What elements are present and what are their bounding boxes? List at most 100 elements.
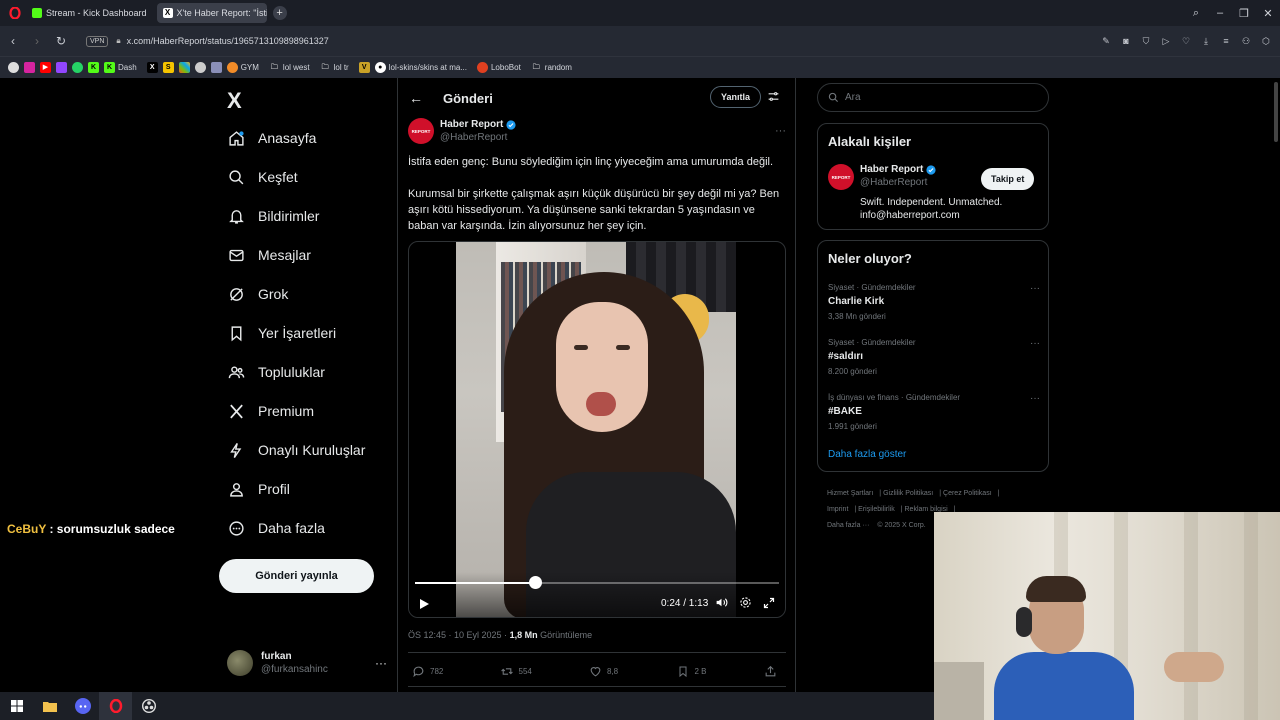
footer-link[interactable]: Imprint — [827, 506, 848, 513]
search-input[interactable] — [845, 92, 1025, 103]
camera-icon[interactable]: ◙ — [1116, 36, 1136, 46]
x-logo-icon[interactable]: X — [227, 88, 242, 114]
profile-icon[interactable]: ⚇ — [1236, 36, 1256, 47]
new-tab-button[interactable]: + — [272, 6, 287, 20]
video-progress-bar[interactable] — [415, 576, 779, 589]
discord-icon[interactable] — [66, 692, 99, 720]
x-icon[interactable]: X — [146, 62, 158, 73]
tab-x-post[interactable]: X X'te Haber Report: "İstifa × — [156, 3, 267, 23]
fullscreen-icon[interactable] — [763, 596, 775, 614]
sidebar-item-communities[interactable]: Topluluklar — [227, 360, 325, 384]
more-icon[interactable]: ··· — [1030, 338, 1040, 349]
play-icon[interactable] — [418, 597, 430, 615]
opera-logo-icon[interactable] — [4, 2, 26, 24]
footer-link[interactable]: Çerez Politikası — [943, 490, 992, 497]
bookmark-lobobot[interactable]: LoboBot — [476, 62, 521, 73]
bookmark-label: GYM — [240, 63, 259, 72]
s-icon[interactable]: S — [162, 62, 174, 73]
trend-item[interactable]: Siyaset · Gündemdekiler #saldırı 8.200 g… — [828, 338, 1040, 376]
tab-kick-dashboard[interactable]: Stream - Kick Dashboard — [26, 3, 153, 23]
account-switcher[interactable]: furkan @furkansahinc ··· — [227, 648, 387, 678]
footer-link[interactable]: Daha fazla ··· — [827, 522, 869, 529]
edit-icon[interactable]: ✎ — [1096, 36, 1116, 47]
heart-icon[interactable]: ♡ — [1176, 36, 1196, 47]
share-action[interactable] — [764, 665, 782, 678]
sidebar-item-home[interactable]: Anasayfa — [227, 126, 316, 150]
whatsapp-icon[interactable] — [72, 62, 83, 73]
opera-taskbar-icon[interactable] — [99, 692, 132, 720]
card-icon[interactable] — [210, 62, 222, 73]
bookmark-lol-west[interactable]: 🗀︎ lol west — [269, 62, 310, 73]
menu-icon[interactable]: ≡ — [1216, 36, 1236, 46]
twitch-icon[interactable] — [56, 62, 67, 73]
sidebar-item-messages[interactable]: Mesajlar — [227, 243, 311, 267]
play-icon[interactable]: ▷ — [1156, 36, 1176, 47]
more-icon[interactable]: ··· — [1030, 283, 1040, 294]
download-icon[interactable]: ⤓ — [1196, 36, 1216, 47]
search-box[interactable] — [817, 83, 1049, 112]
bookmark-random[interactable]: 🗀︎ random — [531, 62, 572, 73]
footer-link[interactable]: Gizlilik Politikası — [883, 490, 933, 497]
kick-icon[interactable]: K — [88, 62, 99, 73]
more-icon[interactable]: ··· — [775, 125, 786, 137]
obs-icon[interactable] — [132, 692, 165, 720]
bookmark-lol-skins[interactable]: ● lol-skins/skins at ma... — [374, 62, 467, 73]
like-action[interactable]: 8,8 — [589, 665, 677, 678]
reply-button[interactable]: Yanıtla — [710, 86, 762, 108]
page-scrollbar[interactable] — [1274, 82, 1278, 142]
youtube-icon[interactable]: ▶ — [40, 62, 51, 73]
back-icon[interactable]: ‹ — [2, 34, 24, 48]
sidebar-item-grok[interactable]: Grok — [227, 282, 288, 306]
author-name-link[interactable]: Haber Report — [440, 119, 516, 130]
bio-email[interactable]: info@haberreport.com — [860, 209, 1002, 222]
chrome-icon[interactable] — [194, 62, 206, 73]
sidebar-item-explore[interactable]: Keşfet — [227, 165, 298, 189]
avatar[interactable]: REPORT — [408, 118, 434, 144]
repost-action[interactable]: 554 — [500, 665, 589, 678]
reload-icon[interactable]: ↻ — [50, 34, 72, 48]
footer-link[interactable]: Hizmet Şartları — [827, 490, 873, 497]
sidebar-item-premium[interactable]: Premium — [227, 399, 314, 423]
instagram-icon[interactable] — [24, 62, 35, 73]
bookmark-action[interactable]: 2 B — [677, 665, 764, 678]
close-window-icon[interactable]: ✕ — [1256, 7, 1280, 20]
bookmark-lol-tr[interactable]: 🗀︎ lol tr — [320, 62, 349, 73]
video-player[interactable]: 0:24 / 1:13 — [408, 241, 786, 618]
windows-start-icon[interactable] — [0, 692, 33, 720]
forward-icon[interactable]: › — [26, 34, 48, 48]
volume-icon[interactable] — [715, 596, 728, 614]
show-more-link[interactable]: Daha fazla göster — [828, 449, 906, 460]
sidebar-item-more[interactable]: Daha fazla — [227, 516, 325, 540]
reply-action[interactable]: 782 — [412, 665, 500, 678]
trend-item[interactable]: Siyaset · Gündemdekiler Charlie Kirk 3,3… — [828, 283, 1040, 321]
shield-icon[interactable]: ⛉ — [1136, 36, 1156, 47]
author-handle[interactable]: @HaberReport — [440, 132, 516, 143]
footer-link[interactable]: Erişilebilirlik — [858, 506, 895, 513]
restore-icon[interactable]: ❐ — [1232, 7, 1256, 20]
url-field[interactable]: x.com/HaberReport/status/196571310989896… — [127, 36, 329, 46]
bookmark-dash[interactable]: K Dash — [104, 62, 137, 73]
settings-sliders-icon[interactable] — [767, 90, 780, 108]
search-tabs-icon[interactable]: ⌕ — [1184, 7, 1208, 20]
sidebar-item-profile[interactable]: Profil — [227, 477, 290, 501]
settings-gear-icon[interactable] — [739, 596, 752, 614]
trend-item[interactable]: İş dünyası ve finans · Gündemdekiler #BA… — [828, 393, 1040, 431]
back-arrow-icon[interactable]: ← — [409, 90, 423, 106]
extension-icon[interactable]: ⬡ — [1256, 36, 1276, 47]
file-explorer-icon[interactable] — [33, 692, 66, 720]
lock-icon[interactable]: 🔒︎ — [116, 36, 120, 46]
grid-icon[interactable] — [178, 62, 190, 73]
vpn-badge[interactable]: VPN — [86, 35, 109, 47]
more-icon[interactable]: ··· — [375, 656, 387, 670]
more-icon[interactable]: ··· — [1030, 393, 1040, 404]
minimize-icon[interactable]: – — [1208, 7, 1232, 19]
bookmark-gym[interactable]: GYM — [226, 62, 259, 73]
sidebar-item-verified-orgs[interactable]: Onaylı Kuruluşlar — [227, 438, 365, 462]
post-timestamp[interactable]: ÖS 12:45 · 10 Eyl 2025 · — [408, 630, 510, 640]
v-icon[interactable]: V — [358, 62, 370, 73]
follow-button[interactable]: Takip et — [981, 168, 1035, 190]
sidebar-item-notifications[interactable]: Bildirimler — [227, 204, 319, 228]
sidebar-item-bookmarks[interactable]: Yer İşaretleri — [227, 321, 336, 345]
chrome-icon[interactable] — [8, 62, 19, 73]
post-button[interactable]: Gönderi yayınla — [219, 559, 374, 593]
